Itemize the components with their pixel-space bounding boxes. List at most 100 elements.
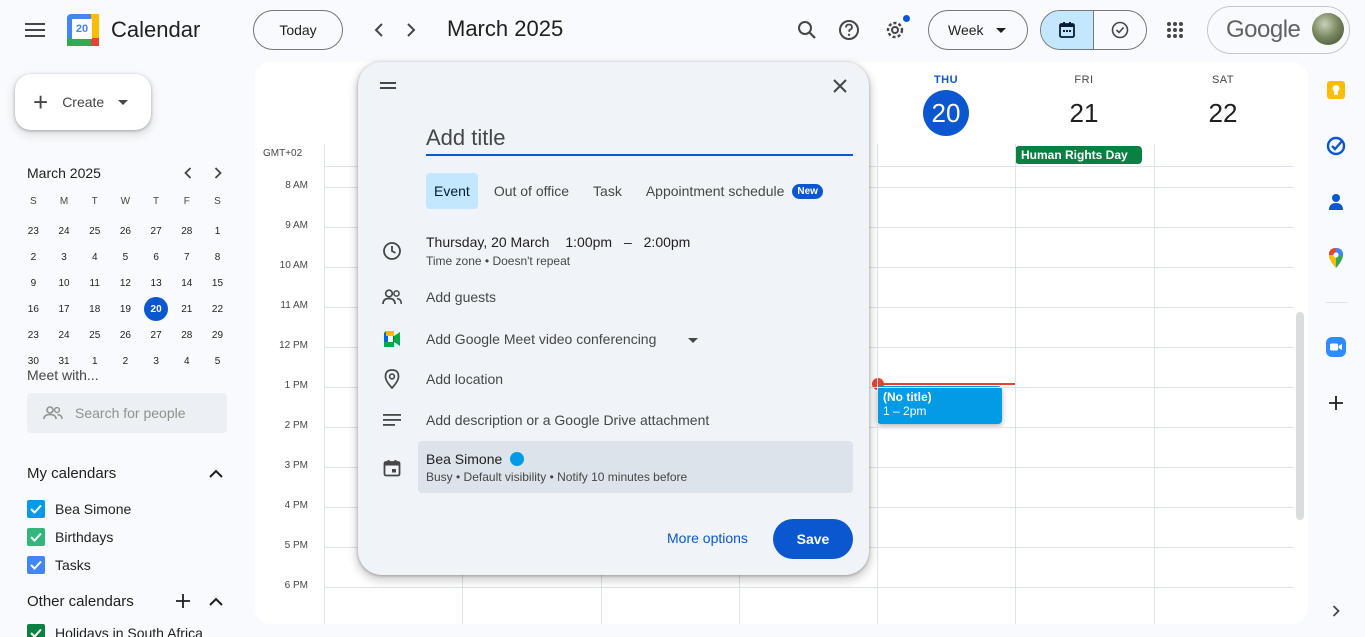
- mini-calendar-day[interactable]: 1: [202, 218, 233, 244]
- mini-calendar-day[interactable]: 16: [18, 296, 49, 322]
- checkbox-checked-icon[interactable]: [27, 624, 45, 637]
- mini-calendar-day[interactable]: 21: [171, 296, 202, 322]
- mini-calendar-day[interactable]: 8: [202, 244, 233, 270]
- add-google-meet-button[interactable]: Add Google Meet video conferencing: [426, 331, 656, 347]
- day-header-date[interactable]: 21: [1061, 90, 1107, 136]
- mini-calendar-day[interactable]: 26: [110, 218, 141, 244]
- apps-grid-icon[interactable]: [1155, 10, 1195, 50]
- day-header-date[interactable]: 22: [1200, 90, 1246, 136]
- keep-icon[interactable]: [1323, 77, 1349, 103]
- add-addon-icon[interactable]: [1323, 390, 1349, 416]
- tab-out-of-office[interactable]: Out of office: [486, 173, 577, 209]
- mini-calendar-day[interactable]: 20: [141, 296, 172, 322]
- mini-calendar-day[interactable]: 6: [141, 244, 172, 270]
- checkbox-checked-icon[interactable]: [27, 500, 45, 518]
- grid-scrollbar[interactable]: [1296, 312, 1304, 520]
- mini-calendar-day[interactable]: 27: [141, 322, 172, 348]
- mini-calendar-day[interactable]: 11: [79, 270, 110, 296]
- mini-calendar-day[interactable]: 7: [171, 244, 202, 270]
- day-header-date[interactable]: 20: [923, 90, 969, 136]
- search-people-input[interactable]: Search for people: [27, 393, 227, 433]
- my-calendars-title[interactable]: My calendars: [27, 465, 116, 482]
- close-icon[interactable]: [820, 66, 860, 106]
- add-description-field[interactable]: Add description or a Google Drive attach…: [426, 412, 709, 428]
- tasks-icon[interactable]: [1323, 133, 1349, 159]
- mini-calendar-day[interactable]: 18: [79, 296, 110, 322]
- main-menu-icon[interactable]: [15, 10, 55, 50]
- mini-calendar-day[interactable]: 24: [49, 322, 80, 348]
- next-week-icon[interactable]: [391, 10, 431, 50]
- collapse-my-calendars-icon[interactable]: [196, 453, 236, 493]
- mini-calendar-day[interactable]: 22: [202, 296, 233, 322]
- add-location-field[interactable]: Add location: [426, 371, 503, 387]
- expand-rail-icon[interactable]: [1323, 598, 1349, 624]
- mini-calendar-day[interactable]: 19: [110, 296, 141, 322]
- day-header[interactable]: THU 20: [877, 62, 1015, 136]
- view-toggle[interactable]: [1040, 10, 1147, 50]
- mini-calendar-day[interactable]: 2: [18, 244, 49, 270]
- tab-event[interactable]: Event: [426, 173, 478, 209]
- calendar-item[interactable]: Tasks: [27, 556, 91, 574]
- view-selector[interactable]: Week: [928, 10, 1028, 50]
- mini-calendar-day[interactable]: 28: [171, 218, 202, 244]
- tab-task[interactable]: Task: [585, 173, 630, 209]
- mini-calendar-day[interactable]: 26: [110, 322, 141, 348]
- mini-calendar-day[interactable]: 2: [110, 348, 141, 374]
- calendar-owner-selector[interactable]: Bea Simone Busy • Default visibility • N…: [418, 441, 853, 493]
- mini-calendar-day[interactable]: 4: [79, 244, 110, 270]
- mini-calendar-day[interactable]: 9: [18, 270, 49, 296]
- tab-appointment-schedule[interactable]: Appointment schedule New: [638, 173, 831, 209]
- account-switcher[interactable]: Google: [1207, 6, 1350, 54]
- mini-calendar-day[interactable]: 29: [202, 322, 233, 348]
- mini-calendar-day[interactable]: 15: [202, 270, 233, 296]
- tasks-view-icon[interactable]: [1094, 11, 1146, 49]
- mini-calendar-day[interactable]: 25: [79, 218, 110, 244]
- mini-calendar-day[interactable]: 13: [141, 270, 172, 296]
- event-chip[interactable]: (No title) 1 – 2pm: [877, 386, 1002, 424]
- save-button[interactable]: Save: [773, 519, 853, 559]
- mini-calendar-day[interactable]: 28: [171, 322, 202, 348]
- mini-calendar-day[interactable]: 3: [141, 348, 172, 374]
- mini-calendar-day[interactable]: 14: [171, 270, 202, 296]
- event-datetime[interactable]: Thursday, 20 March 1:00pm – 2:00pm: [426, 234, 690, 250]
- collapse-other-calendars-icon[interactable]: [196, 581, 236, 621]
- checkbox-checked-icon[interactable]: [27, 556, 45, 574]
- zoom-icon[interactable]: [1323, 334, 1349, 360]
- mini-calendar-day[interactable]: 24: [49, 218, 80, 244]
- mini-calendar-day[interactable]: 4: [171, 348, 202, 374]
- maps-icon[interactable]: [1323, 245, 1349, 271]
- add-guests-field[interactable]: Add guests: [426, 289, 496, 305]
- create-button[interactable]: + Create: [15, 74, 151, 130]
- event-recurrence-summary[interactable]: Time zone • Doesn't repeat: [426, 254, 570, 268]
- day-header[interactable]: SAT 22: [1154, 62, 1292, 136]
- mini-calendar-day[interactable]: 12: [110, 270, 141, 296]
- checkbox-checked-icon[interactable]: [27, 528, 45, 546]
- other-calendars-title[interactable]: Other calendars: [27, 593, 134, 610]
- drag-handle-icon[interactable]: [380, 82, 396, 92]
- help-icon[interactable]: [829, 10, 869, 50]
- mini-calendar-day[interactable]: 5: [202, 348, 233, 374]
- mini-calendar-day[interactable]: 5: [110, 244, 141, 270]
- calendar-item[interactable]: Holidays in South Africa: [27, 624, 203, 637]
- mini-calendar-day[interactable]: 25: [79, 322, 110, 348]
- avatar[interactable]: [1312, 13, 1344, 45]
- event-start-time[interactable]: 1:00pm: [565, 234, 612, 250]
- mini-calendar-day[interactable]: 27: [141, 218, 172, 244]
- calendar-item[interactable]: Bea Simone: [27, 500, 131, 518]
- more-options-button[interactable]: More options: [667, 530, 748, 546]
- event-end-time[interactable]: 2:00pm: [644, 234, 691, 250]
- event-title-input[interactable]: [426, 122, 853, 156]
- calendar-item[interactable]: Birthdays: [27, 528, 113, 546]
- day-header[interactable]: FRI 21: [1015, 62, 1153, 136]
- mini-calendar-day[interactable]: 3: [49, 244, 80, 270]
- mini-calendar-next-icon[interactable]: [198, 153, 238, 193]
- conferencing-dropdown-icon[interactable]: [688, 338, 698, 343]
- mini-calendar-day[interactable]: 17: [49, 296, 80, 322]
- holiday-chip[interactable]: Human Rights Day: [1015, 146, 1142, 164]
- event-date[interactable]: Thursday, 20 March: [426, 234, 549, 250]
- mini-calendar-day[interactable]: 10: [49, 270, 80, 296]
- app-title[interactable]: Calendar: [111, 17, 200, 43]
- search-icon[interactable]: [787, 10, 827, 50]
- mini-calendar-day[interactable]: 23: [18, 322, 49, 348]
- settings-icon[interactable]: [875, 10, 915, 50]
